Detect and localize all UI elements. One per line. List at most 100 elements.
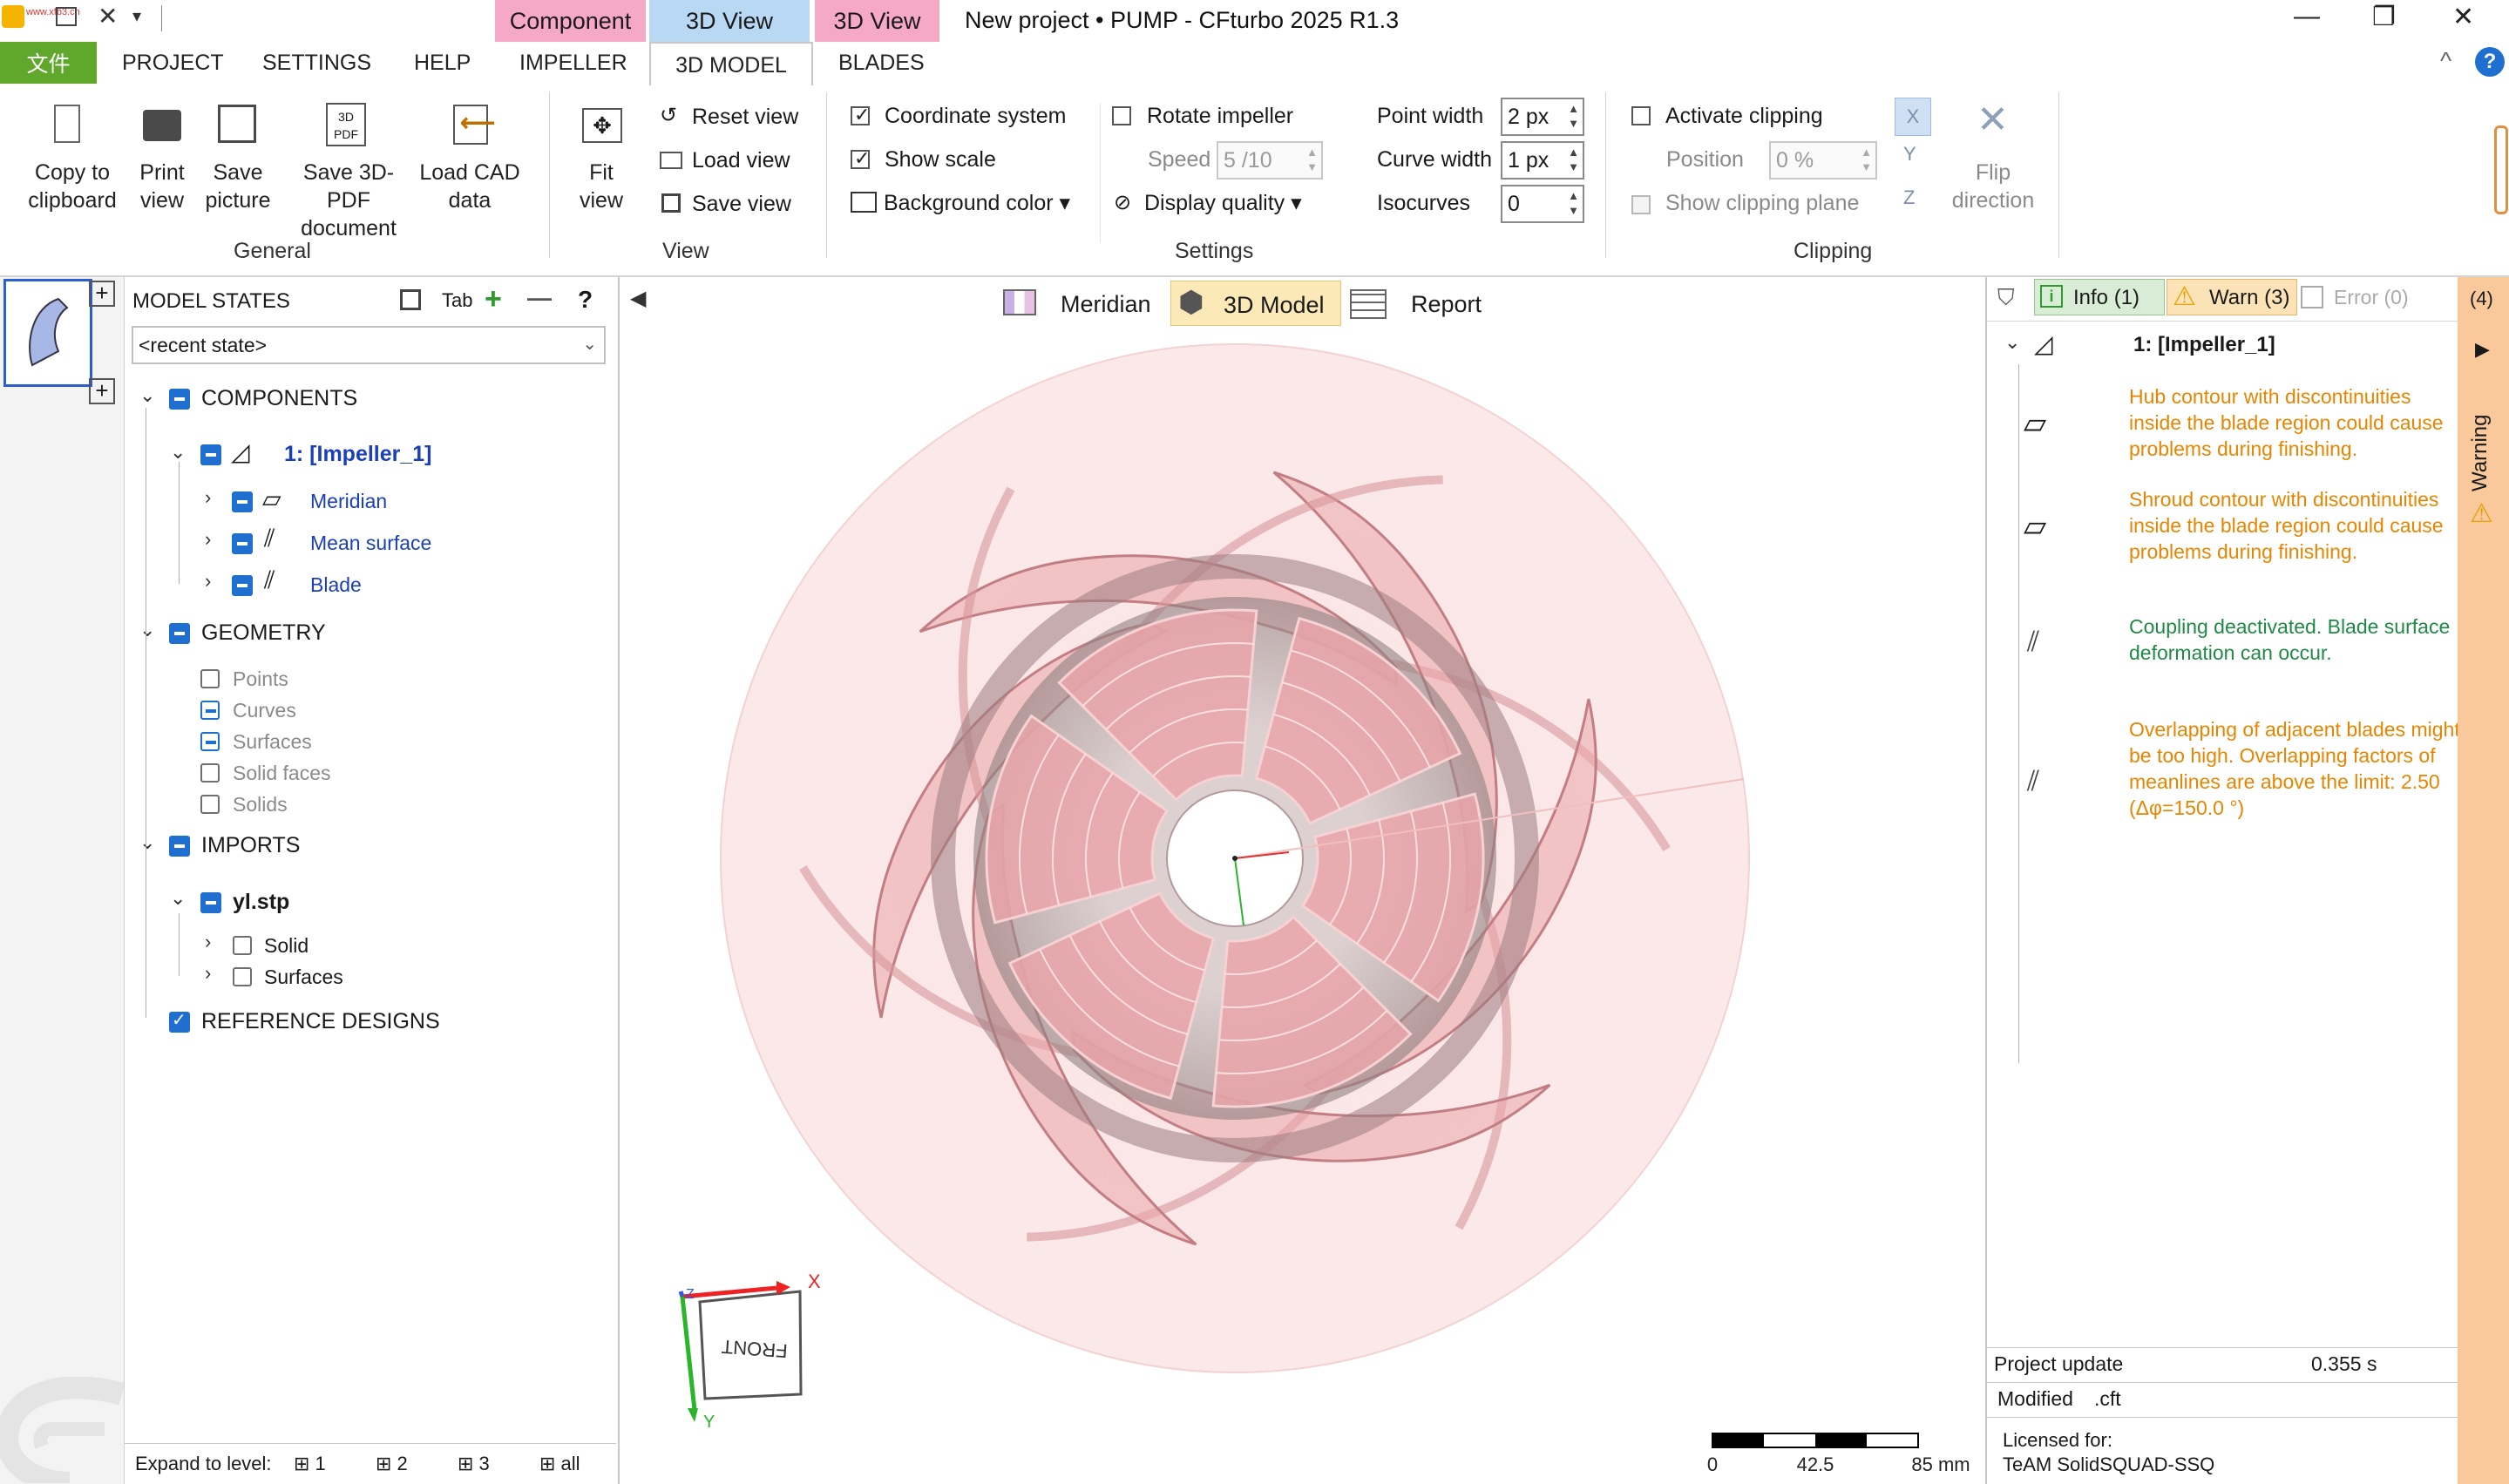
save-picture-button[interactable]: Save picture <box>199 159 277 214</box>
tree-import-surfaces[interactable]: Surfaces <box>264 966 343 989</box>
isocurves-spinner[interactable]: 0 ▲ ▼ <box>1501 185 1584 223</box>
points-checkbox[interactable] <box>200 669 220 688</box>
message-shroud-contour[interactable]: Shroud contour with discontinuities insi… <box>2129 486 2460 565</box>
tree-solid[interactable]: Solid <box>264 934 309 958</box>
tree-points[interactable]: Points <box>233 667 288 691</box>
tree-mean-surface[interactable]: Mean surface <box>310 532 431 555</box>
tab-meridian[interactable]: Meridian <box>1061 291 1151 318</box>
expand-level-3[interactable]: ⊞ 3 <box>458 1453 490 1475</box>
clip-y-axis-icon[interactable]: Y <box>1903 143 1916 166</box>
rotate-impeller-checkbox[interactable] <box>1112 106 1131 125</box>
expand-level-2[interactable]: ⊞ 2 <box>376 1453 408 1475</box>
message-coupling[interactable]: Coupling deactivated. Blade surface defo… <box>2129 613 2460 666</box>
tab-3d-model[interactable]: 3D MODEL <box>649 42 813 87</box>
chevron-down-icon[interactable]: ⌄ <box>170 887 186 910</box>
chevron-down-icon[interactable]: ⌄ <box>139 619 155 641</box>
collapse-panel-arrow-icon[interactable]: ◀ <box>630 286 646 311</box>
tree-imports[interactable]: IMPORTS <box>201 833 300 858</box>
mean-surface-checkbox[interactable] <box>232 533 253 554</box>
flip-direction-button[interactable]: Flip direction <box>1942 159 2044 214</box>
tree-blade[interactable]: Blade <box>310 573 362 597</box>
display-quality-dropdown[interactable]: Display quality ▾ <box>1144 190 1302 216</box>
add-component-icon[interactable]: + <box>89 281 115 307</box>
expand-level-all[interactable]: ⊞ all <box>539 1453 580 1475</box>
states-help-icon[interactable]: ? <box>578 286 593 314</box>
close-button[interactable]: ✕ <box>2452 2 2474 32</box>
quick-access-dropdown-icon[interactable]: ▾ <box>132 5 141 27</box>
curve-width-spinner[interactable]: 1 px ▲ ▼ <box>1501 141 1584 180</box>
import-surfaces-checkbox[interactable] <box>233 967 252 986</box>
model-state-select[interactable]: <recent state> ⌄ <box>132 326 606 364</box>
tree-components[interactable]: COMPONENTS <box>201 386 357 411</box>
solid-faces-checkbox[interactable] <box>200 763 220 783</box>
insert-component-icon[interactable]: + <box>89 378 115 404</box>
message-group-title[interactable]: 1: [Impeller_1] <box>2133 333 2275 357</box>
meridian-checkbox[interactable] <box>232 491 253 512</box>
point-width-spinner[interactable]: 2 px ▲ ▼ <box>1501 98 1584 136</box>
ribbon-scroll-indicator[interactable] <box>2494 125 2508 214</box>
yl-stp-checkbox[interactable] <box>200 892 221 913</box>
spinner-arrows-icon[interactable]: ▲ ▼ <box>1568 145 1579 174</box>
expand-warnings-icon[interactable]: ▶ <box>2475 338 2490 361</box>
undo-quick-icon[interactable]: ✕ <box>98 2 118 30</box>
fit-view-button[interactable]: Fit view <box>566 159 636 214</box>
tree-meridian[interactable]: Meridian <box>310 490 387 513</box>
tab-help[interactable]: HELP <box>414 42 471 84</box>
tab-3d-model-view[interactable]: ⬢ 3D Model <box>1170 281 1341 326</box>
chevron-right-icon[interactable]: › <box>205 528 211 551</box>
activate-clipping-checkbox[interactable] <box>1631 106 1651 125</box>
curves-checkbox[interactable] <box>200 701 220 720</box>
tree-surfaces[interactable]: Surfaces <box>233 730 312 754</box>
impeller-checkbox[interactable] <box>200 444 221 465</box>
orientation-cube[interactable]: FRONT <box>678 1281 803 1422</box>
save-state-icon[interactable] <box>400 289 421 310</box>
chevron-down-icon[interactable]: ⌄ <box>2004 331 2020 354</box>
background-color-swatch[interactable] <box>851 192 877 213</box>
context-tab-component[interactable]: Component <box>495 0 646 42</box>
context-tab-3d-view[interactable]: 3D View <box>649 0 810 42</box>
info-filter-tab[interactable]: i Info (1) <box>2034 279 2165 315</box>
message-hub-contour[interactable]: Hub contour with discontinuities inside … <box>2129 383 2460 462</box>
context-tab-3d-view-2[interactable]: 3D View <box>815 0 939 42</box>
solids-checkbox[interactable] <box>200 795 220 814</box>
collapse-ribbon-icon[interactable]: ^ <box>2440 47 2451 75</box>
warn-filter-tab[interactable]: ⚠ Warn (3) <box>2167 279 2297 315</box>
tree-geometry[interactable]: GEOMETRY <box>201 620 326 646</box>
tree-yl-stp[interactable]: yl.stp <box>233 890 289 915</box>
components-checkbox[interactable] <box>169 389 190 410</box>
clip-x-axis-icon[interactable]: X <box>1895 98 1931 136</box>
copy-to-clipboard-button[interactable]: Copy to clipboard <box>16 159 129 214</box>
tree-curves[interactable]: Curves <box>233 699 296 722</box>
chevron-down-icon[interactable]: ⌄ <box>170 441 186 464</box>
3d-viewport[interactable]: FRONT X Y Z 0 42.5 85 mm ◀ Meridian ⬢ 3D… <box>620 277 1984 1484</box>
chevron-right-icon[interactable]: › <box>205 486 211 509</box>
filter-icon[interactable]: ⛉ <box>1997 284 2015 312</box>
tab-report[interactable]: Report <box>1411 291 1482 318</box>
error-filter-tab[interactable]: Error (0) <box>2334 286 2409 309</box>
coordinate-system-checkbox[interactable] <box>851 104 870 126</box>
clip-z-axis-icon[interactable]: Z <box>1903 186 1915 209</box>
tab-state-icon[interactable]: Tab <box>442 289 472 312</box>
expand-level-1[interactable]: ⊞ 1 <box>294 1453 326 1475</box>
add-state-icon[interactable]: + <box>485 282 502 316</box>
reset-view-button[interactable]: Reset view <box>692 105 798 130</box>
load-view-button[interactable]: Load view <box>692 148 790 173</box>
load-cad-button[interactable]: Load CAD data <box>413 159 526 214</box>
tree-reference-designs[interactable]: REFERENCE DESIGNS <box>201 1009 440 1034</box>
chevron-down-icon[interactable]: ⌄ <box>139 831 155 854</box>
tree-solids[interactable]: Solids <box>233 793 288 817</box>
imports-checkbox[interactable] <box>169 836 190 857</box>
surfaces-checkbox[interactable] <box>200 732 220 751</box>
geometry-checkbox[interactable] <box>169 623 190 644</box>
file-menu[interactable]: 文件 <box>0 42 97 84</box>
save-view-button[interactable]: Save view <box>692 192 791 217</box>
save-3d-pdf-button[interactable]: Save 3D-PDF document <box>288 159 410 242</box>
tree-solid-faces[interactable]: Solid faces <box>233 762 331 785</box>
remove-state-icon[interactable]: — <box>527 284 552 312</box>
spinner-arrows-icon[interactable]: ▲ ▼ <box>1568 188 1579 218</box>
component-thumbnail[interactable] <box>3 279 92 387</box>
solid-checkbox[interactable] <box>233 936 252 955</box>
impeller-3d-render[interactable]: FRONT X Y Z 0 42.5 85 mm <box>620 277 1984 1484</box>
tree-impeller[interactable]: 1: [Impeller_1] <box>284 442 432 467</box>
save-quick-icon[interactable] <box>56 7 77 26</box>
